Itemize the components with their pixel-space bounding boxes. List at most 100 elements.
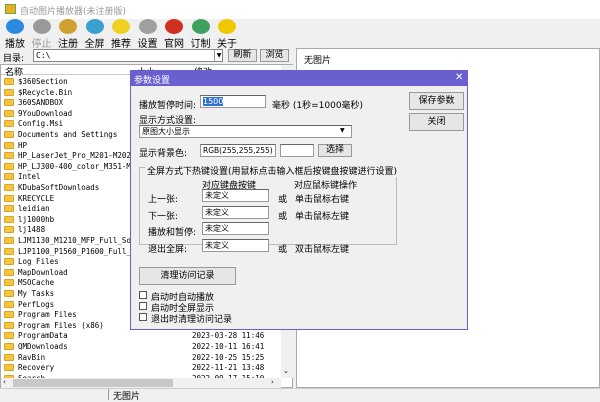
- hotkey-input[interactable]: 未定义: [202, 189, 269, 202]
- refresh-button[interactable]: 刷新: [228, 49, 257, 62]
- save-settings-button[interactable]: 保存参数: [409, 92, 464, 110]
- folder-icon: [4, 290, 14, 297]
- item-name: lj1000hb: [18, 214, 55, 224]
- folder-icon: [4, 247, 14, 255]
- stop-icon: [32, 19, 51, 34]
- chevron-down-icon[interactable]: ▼: [340, 127, 345, 134]
- scroll-left-icon[interactable]: ‹: [3, 378, 6, 386]
- item-name: HP_LJ300-400_color_M351-M451: [18, 161, 145, 171]
- folder-icon: [4, 88, 14, 96]
- folder-icon: [4, 184, 14, 191]
- hotkey-input[interactable]: 未定义: [202, 222, 269, 235]
- status-text: 无图片: [108, 389, 293, 402]
- bg-color-input[interactable]: RGB(255,255,255): [200, 144, 276, 157]
- horizontal-scrollbar[interactable]: ‹ ›: [1, 378, 281, 388]
- toolbar-star-button[interactable]: 推荐: [107, 19, 135, 50]
- folder-icon: [4, 109, 14, 117]
- mouse-action: 单击鼠标右键: [295, 195, 350, 205]
- folder-icon: [4, 162, 14, 170]
- folder-icon: [4, 311, 14, 319]
- toolbar-play-button[interactable]: 播放: [1, 19, 29, 50]
- settings-dialog: 参数设置 ✕ 播放暂停时间: 1500 毫秒 (1秒=1000毫秒) 显示方式设…: [130, 70, 468, 330]
- folder-icon: [4, 237, 14, 244]
- hotkey-input[interactable]: 未定义: [202, 205, 269, 219]
- folder-icon: [4, 99, 14, 107]
- toolbar-smiley-button[interactable]: 关于: [213, 19, 241, 50]
- toolbar-register-button[interactable]: 注册: [54, 19, 82, 50]
- register-icon: [59, 19, 77, 34]
- clear-history-button[interactable]: 清理访问记录: [139, 267, 236, 285]
- hotkey-input[interactable]: 未定义: [202, 238, 269, 252]
- hotkey-label: 上一张:: [148, 195, 179, 205]
- hotkey-label: 播放和暂停:: [148, 228, 197, 238]
- toolbar-stop-button[interactable]: 停止: [28, 19, 56, 50]
- folder-icon: [4, 173, 14, 181]
- toolbar-home-button[interactable]: 官网: [160, 19, 188, 50]
- item-name: Intel: [18, 172, 41, 182]
- folder-icon: [4, 215, 14, 223]
- status-bar: 无图片: [0, 388, 600, 402]
- mouse-action: 单击鼠标左键: [295, 211, 350, 222]
- item-name: KRECYCLE: [18, 193, 55, 203]
- bg-color-label: 显示背景色:: [139, 149, 188, 159]
- interval-unit: 毫秒 (1秒=1000毫秒): [272, 101, 364, 111]
- item-modified: 2022-10-25 15:25: [192, 352, 265, 362]
- item-modified: 2023-03-28 11:46: [192, 331, 265, 341]
- settings-icon: [138, 19, 157, 34]
- dialog-title: 参数设置: [134, 76, 171, 86]
- folder-icon: [4, 78, 14, 85]
- close-button[interactable]: 关闭: [409, 113, 464, 131]
- item-name: $360Section: [18, 77, 68, 86]
- or-text: 或: [278, 244, 288, 255]
- item-name: QMDownloads: [18, 342, 68, 351]
- folder-icon: [4, 194, 14, 202]
- list-item[interactable]: Recovery 2022-11-21 13:48: [4, 363, 280, 373]
- folder-icon: [4, 141, 14, 149]
- option-checkbox[interactable]: [139, 302, 147, 310]
- option-checkbox[interactable]: [139, 313, 147, 321]
- scroll-thumb[interactable]: [13, 379, 173, 387]
- scroll-down-icon[interactable]: ⌄: [283, 367, 289, 375]
- option-checkbox[interactable]: [139, 291, 147, 299]
- bg-color-swatch: [280, 144, 314, 157]
- chevron-down-icon[interactable]: ▼: [214, 50, 223, 61]
- toolbar-fullscreen-button[interactable]: 全屏: [81, 19, 109, 50]
- star-icon: [112, 19, 130, 34]
- folder-icon: [4, 268, 14, 276]
- folder-icon: [4, 258, 14, 266]
- folder-icon: [4, 226, 14, 234]
- folder-icon: [4, 332, 14, 340]
- toolbar-users-button[interactable]: 订制: [187, 19, 215, 50]
- item-name: $Recycle.Bin: [18, 87, 73, 97]
- or-text: 或: [278, 211, 288, 222]
- item-name: lj1488: [18, 225, 46, 235]
- or-text: 或: [278, 195, 288, 205]
- list-item[interactable]: ProgramData 2023-03-28 11:46: [4, 331, 280, 341]
- option-label[interactable]: 退出时清理访问记录: [151, 312, 232, 325]
- folder-icon: [4, 131, 14, 138]
- display-mode-select[interactable]: 原图大小显示: [139, 125, 352, 138]
- folder-icon: [4, 321, 14, 329]
- toolbar-settings-button[interactable]: 设置: [134, 19, 162, 50]
- scroll-right-icon[interactable]: ›: [271, 378, 274, 386]
- mouse-column-header: 对应鼠标键操作: [294, 181, 358, 191]
- item-name: HP: [18, 140, 28, 150]
- list-item[interactable]: RavBin 2022-10-25 15:25: [4, 353, 280, 363]
- item-name: Log Files: [18, 257, 59, 267]
- list-item[interactable]: QMDownloads 2022-10-11 16:41: [4, 342, 280, 352]
- close-icon[interactable]: ✕: [455, 72, 463, 83]
- address-bar: 目录: C:\ ▼ 刷新 浏览: [0, 48, 293, 64]
- select-color-button[interactable]: 选择: [318, 144, 352, 157]
- hotkey-label: 退出全屏:: [148, 244, 188, 255]
- play-icon: [6, 19, 24, 34]
- directory-combobox[interactable]: C:\: [33, 49, 223, 62]
- item-modified: 2022-11-21 13:48: [192, 363, 265, 373]
- interval-input[interactable]: 1500: [200, 95, 266, 108]
- item-name: PerfLogs: [18, 299, 55, 309]
- directory-label: 目录:: [3, 54, 25, 64]
- browse-button[interactable]: 浏览: [260, 49, 289, 62]
- no-image-text: 无图片: [304, 56, 332, 66]
- item-name: 360SANDBOX: [18, 98, 64, 108]
- folder-icon: [4, 205, 14, 213]
- item-name: MSOCache: [18, 278, 55, 288]
